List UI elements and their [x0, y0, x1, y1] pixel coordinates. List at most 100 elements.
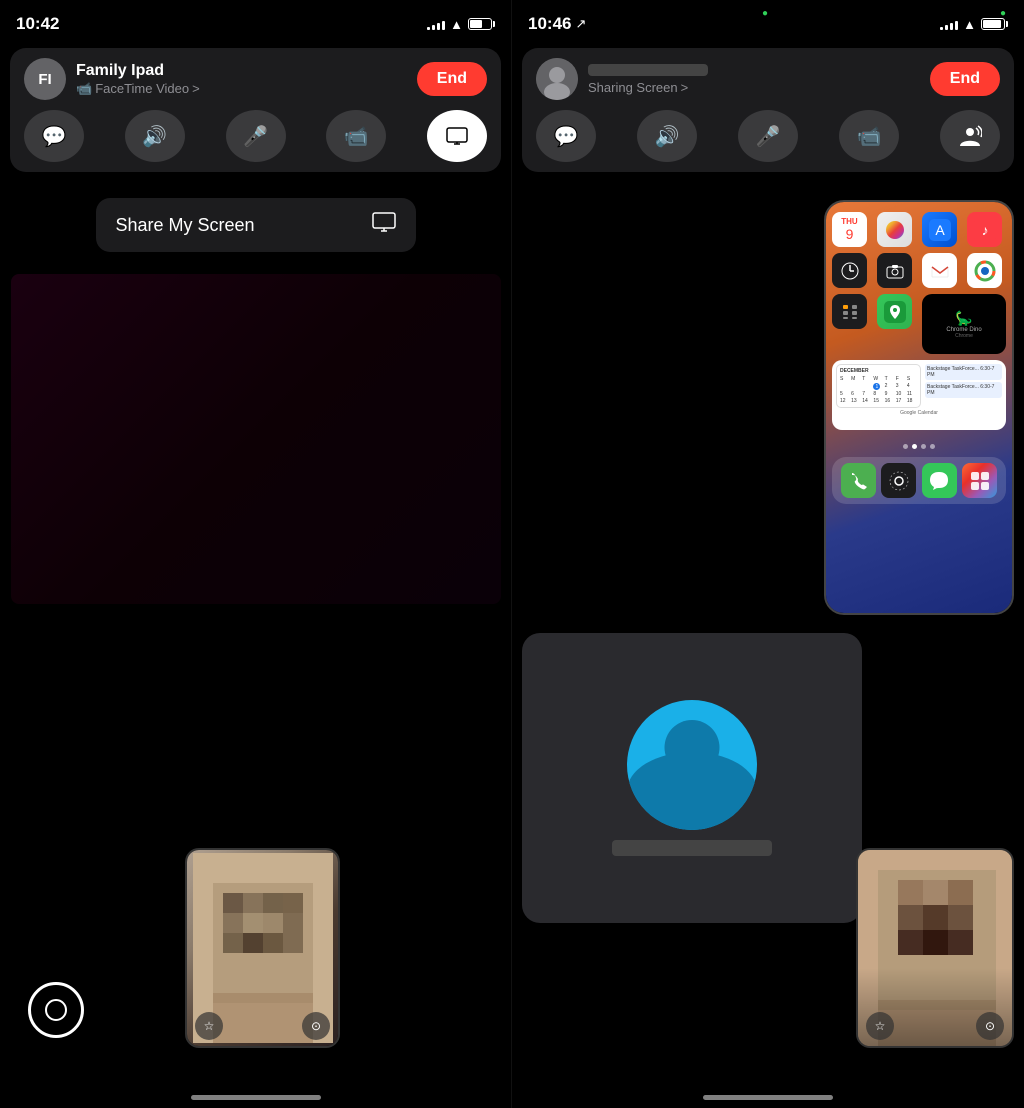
share-screen-label: Share My Screen — [116, 215, 255, 236]
right-big-avatar — [627, 700, 757, 830]
left-call-controls: 💬 🔊 🎤 📹 — [24, 110, 487, 162]
clock-app-icon — [832, 253, 867, 288]
right-call-banner-top: Sharing Screen > End — [536, 58, 1000, 100]
music-app-icon: ♪ — [967, 212, 1002, 247]
share-screen-button[interactable]: Share My Screen — [96, 198, 416, 252]
left-end-button[interactable]: End — [417, 62, 487, 96]
calculator-app-icon — [832, 294, 867, 329]
chrome-dino-widget: 🦕 Chrome Dino Chrome — [922, 294, 1006, 354]
right-status-bar: 10:46 ↗ ▲ — [512, 0, 1024, 44]
right-person-wave-button[interactable] — [940, 110, 1000, 162]
left-bottom: ☆ ⊙ — [0, 788, 511, 1108]
svg-text:♪: ♪ — [981, 222, 988, 238]
right-thumb-star-btn[interactable]: ☆ — [866, 1012, 894, 1040]
right-battery-icon — [981, 18, 1008, 30]
bar4 — [442, 21, 445, 30]
right-home-indicator — [703, 1095, 833, 1100]
left-call-banner-top: FI Family Ipad 📹 FaceTime Video > End — [24, 58, 487, 100]
left-call-banner: FI Family Ipad 📹 FaceTime Video > End 💬 … — [10, 48, 501, 172]
bar2 — [432, 25, 435, 30]
battery-fill — [470, 20, 482, 28]
record-inner — [45, 999, 67, 1021]
dock-settings-icon — [881, 463, 916, 498]
iphone-screen-inner: THU9 — [826, 202, 1012, 613]
left-wifi-icon: ▲ — [450, 17, 463, 32]
left-time: 10:42 — [16, 14, 59, 34]
left-panel: 10:42 ▲ FI Fa — [0, 0, 512, 1108]
dot3 — [921, 444, 926, 449]
maps-app-icon — [877, 294, 912, 329]
bar3 — [437, 23, 440, 30]
left-thumb-camera-btn[interactable]: ⊙ — [302, 1012, 330, 1040]
right-message-button[interactable]: 💬 — [536, 110, 596, 162]
dock-messages-icon — [922, 463, 957, 498]
left-battery-icon — [468, 18, 495, 30]
right-time: 10:46 — [528, 14, 571, 34]
right-green-dot: ● — [762, 8, 768, 19]
calc-svg — [839, 301, 861, 323]
gmail-svg — [929, 260, 951, 282]
maps-svg — [884, 301, 906, 323]
right-thumb-camera-btn[interactable]: ⊙ — [976, 1012, 1004, 1040]
right-panel: 10:46 ↗ ▲ — [512, 0, 1024, 1108]
messages-svg — [928, 470, 950, 492]
right-call-controls: 💬 🔊 🎤 📹 — [536, 110, 1000, 162]
left-call-subtitle: 📹 FaceTime Video > — [76, 81, 200, 97]
iphone-dock — [832, 457, 1006, 504]
iphone-app-grid: THU9 — [826, 202, 1012, 440]
left-mic-button[interactable]: 🎤 — [226, 110, 286, 162]
left-message-button[interactable]: 💬 — [24, 110, 84, 162]
left-video-thumbnail[interactable]: ☆ ⊙ — [185, 848, 340, 1048]
right-battery-tip — [1006, 21, 1008, 27]
left-avatar: FI — [24, 58, 66, 100]
camera-mini-svg — [884, 260, 906, 282]
video-icon: 📹 — [76, 81, 92, 97]
left-thumb-overlay: ☆ ⊙ — [187, 1012, 338, 1040]
left-camera-button[interactable]: 📹 — [326, 110, 386, 162]
right-avatar — [536, 58, 578, 100]
battery-tip — [493, 21, 495, 27]
iphone-page-dots — [826, 440, 1012, 453]
record-button[interactable] — [28, 982, 84, 1038]
dot2 — [912, 444, 917, 449]
right-green-dot2: ● — [1000, 8, 1006, 19]
left-speaker-button[interactable]: 🔊 — [125, 110, 185, 162]
right-call-details: Sharing Screen > — [588, 64, 708, 95]
phone-svg — [847, 470, 869, 492]
left-home-indicator — [191, 1095, 321, 1100]
dot4 — [930, 444, 935, 449]
rbar2 — [945, 25, 948, 30]
rbar3 — [950, 23, 953, 30]
right-time-group: 10:46 ↗ — [528, 14, 586, 34]
chrome-app-icon — [967, 253, 1002, 288]
right-name-redacted — [588, 64, 708, 76]
calendar-app-icon: THU9 — [832, 212, 867, 247]
right-video-thumbnail[interactable]: ☆ ⊙ — [856, 848, 1014, 1048]
share-screen-icon — [372, 212, 396, 238]
person-wave-icon — [958, 125, 982, 147]
screen-share-icon — [446, 127, 468, 145]
left-thumb-star-btn[interactable]: ☆ — [195, 1012, 223, 1040]
right-end-button[interactable]: End — [930, 62, 1000, 96]
right-call-banner: Sharing Screen > End 💬 🔊 🎤 📹 — [522, 48, 1014, 172]
right-name-redacted-bar — [612, 840, 772, 856]
rbar1 — [940, 27, 943, 30]
right-thumb-icon-group: ☆ ⊙ — [858, 1012, 1012, 1040]
clock-svg — [839, 260, 861, 282]
right-speaker-button[interactable]: 🔊 — [637, 110, 697, 162]
settings-svg — [888, 470, 910, 492]
dot1 — [903, 444, 908, 449]
left-call-name: Family Ipad — [76, 61, 200, 80]
left-screen-share-button[interactable] — [427, 110, 487, 162]
google-calendar-widget: DECEMBER SMTWTFS 1234 567891011 12131415… — [832, 360, 1006, 430]
photos-app-icon — [877, 212, 912, 247]
photos-svg — [884, 219, 906, 241]
right-signal-icon — [940, 18, 958, 30]
music-svg: ♪ — [974, 219, 996, 241]
right-battery-fill — [983, 20, 1001, 28]
multitask-svg — [969, 470, 991, 492]
share-screen-container: Share My Screen — [0, 186, 511, 264]
right-mic-button[interactable]: 🎤 — [738, 110, 798, 162]
screen-icon — [372, 212, 396, 232]
right-camera-button[interactable]: 📹 — [839, 110, 899, 162]
